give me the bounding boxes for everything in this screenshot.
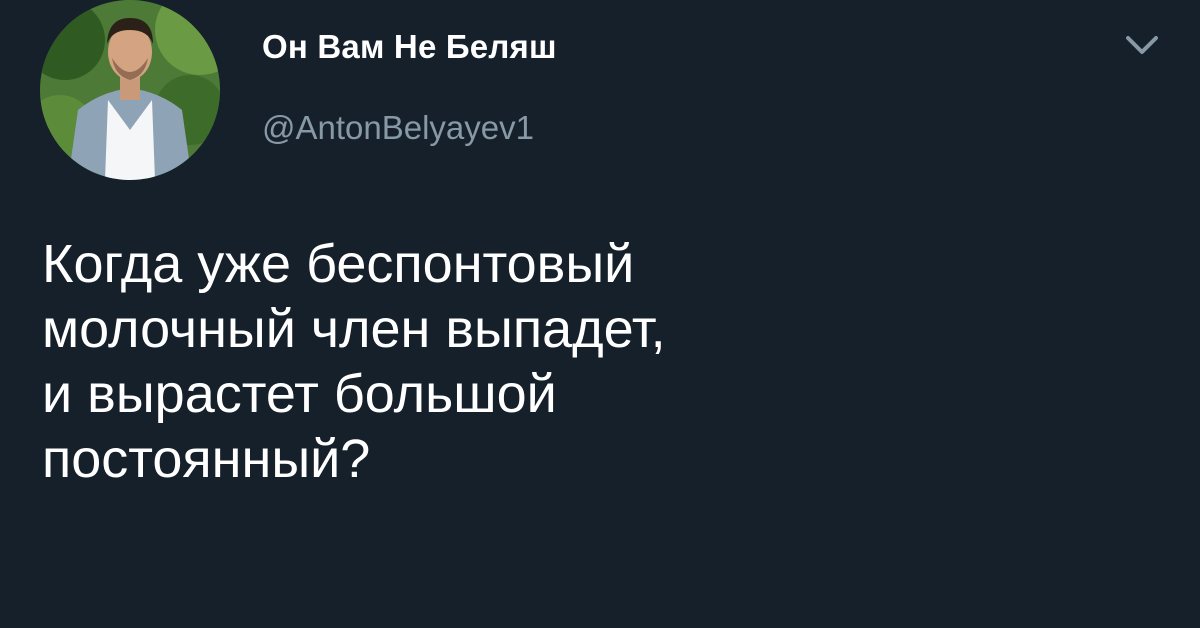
avatar[interactable] [40, 0, 220, 180]
tweet-text-line: Когда уже беспонтовый [42, 234, 635, 294]
user-handle[interactable]: @AntonBelyayev1 [262, 109, 534, 147]
tweet-text: Когда уже беспонтовый молочный член выпа… [42, 232, 1142, 492]
tweet-card: Он Вам Не Беляш @AntonBelyayev1 Когда уж… [0, 0, 1200, 628]
tweet-text-line: постоянный? [42, 429, 371, 489]
chevron-down-icon[interactable] [1118, 28, 1166, 64]
tweet-text-line: молочный член выпадет, [42, 299, 666, 359]
profile-photo [40, 0, 220, 180]
tweet-text-line: и вырастет большой [42, 364, 557, 424]
display-name[interactable]: Он Вам Не Беляш [262, 28, 557, 66]
